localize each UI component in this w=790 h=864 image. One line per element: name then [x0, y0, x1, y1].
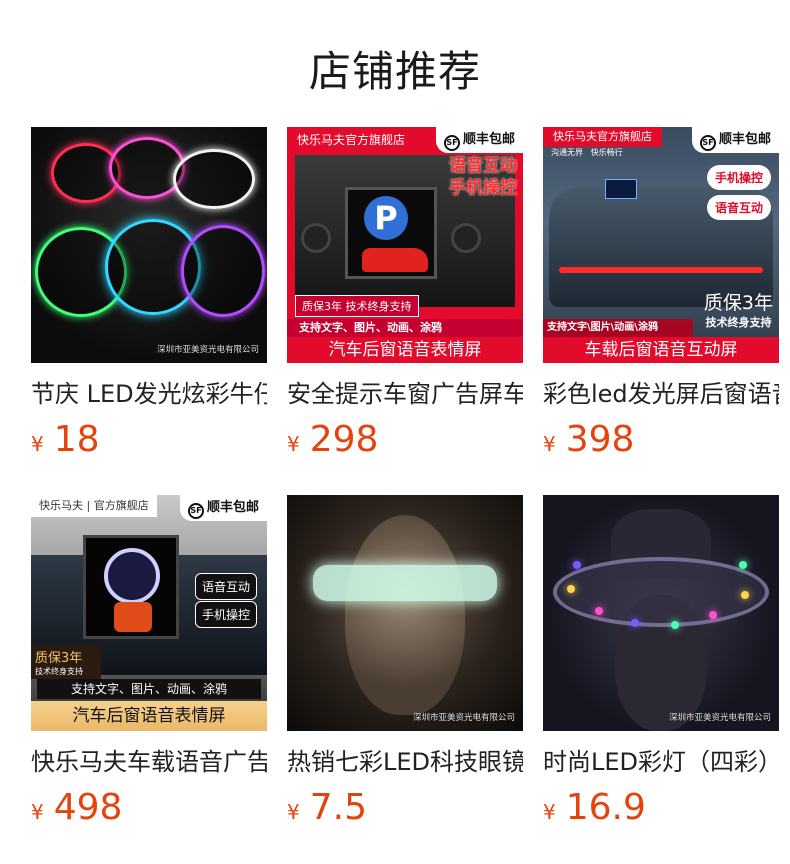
mannequin-head	[345, 515, 465, 715]
car-icon	[362, 248, 428, 272]
warranty-badge: 质保3年 技术终身支持	[704, 293, 773, 333]
headline-line-2: 手机操控	[449, 178, 517, 198]
parking-icon: P	[364, 196, 408, 240]
product-price: ¥ 298	[287, 419, 523, 463]
rear-screen	[605, 179, 637, 199]
sf-express-icon: SF	[187, 503, 204, 519]
led-panel: P	[345, 187, 437, 279]
shipping-label: 顺丰包邮	[718, 132, 771, 147]
currency-symbol: ¥	[31, 432, 44, 456]
product-price: ¥ 398	[543, 419, 779, 463]
warranty-badge: 质保3年 技术终身支持	[31, 645, 101, 679]
shipping-badge: SF 顺丰包邮	[435, 127, 523, 153]
promo-banner: 汽车后窗语音表情屏	[287, 337, 523, 363]
headline: 语音互动 手机操控	[449, 155, 517, 199]
product-image[interactable]: 深圳市亚美资光电有限公司	[287, 495, 523, 731]
led-panel	[83, 535, 179, 639]
section-title: 店铺推荐	[308, 47, 481, 96]
store-badge: 快乐马夫官方旗舰店	[287, 127, 416, 153]
features-strip: 支持文字、图片、动画、涂鸦	[37, 679, 261, 699]
product-image[interactable]: 深圳市亚美资光电有限公司	[543, 495, 779, 731]
warranty-small: 技术终身支持	[705, 316, 772, 329]
currency-symbol: ¥	[31, 800, 44, 824]
feature-pill: 语音互动	[194, 573, 257, 600]
product-price: ¥ 16.9	[543, 787, 779, 831]
product-name[interactable]: 快乐马夫车载语音广告屏	[31, 745, 267, 779]
warranty-big: 质保3年	[35, 651, 83, 666]
shipping-label: 顺丰包邮	[206, 500, 259, 515]
hat-brim	[553, 557, 769, 627]
currency-symbol: ¥	[287, 800, 300, 824]
suction-cup-icon	[301, 223, 331, 253]
product-card[interactable]: 深圳市亚美资光电有限公司 节庆 LED发光炫彩牛仔帽 ¥ 18	[31, 127, 267, 463]
product-name[interactable]: 安全提示车窗广告屏车载	[287, 377, 523, 411]
currency-symbol: ¥	[287, 432, 300, 456]
product-price: ¥ 18	[31, 419, 267, 463]
product-image[interactable]: 快乐马夫官方旗舰店 沟通无界 快乐畅行 SF 顺丰包邮 手机操控 语音互动 质保3…	[543, 127, 779, 363]
features-strip: 支持文字\图片\动画\涂鸦	[543, 319, 693, 337]
sf-express-icon: SF	[443, 135, 460, 151]
product-image[interactable]: P 快乐马夫官方旗舰店 SF 顺丰包邮 语音互动 手机操控 质保3年 技术终身支持…	[287, 127, 523, 363]
watermark: 深圳市亚美资光电有限公司	[412, 713, 515, 723]
product-name[interactable]: 节庆 LED发光炫彩牛仔帽	[31, 377, 267, 411]
tagline-2: 快乐畅行	[590, 148, 623, 157]
price-amount: 498	[53, 787, 123, 828]
product-name[interactable]: 彩色led发光屏后窗语音	[543, 377, 779, 411]
promo-banner: 汽车后窗语音表情屏	[31, 701, 267, 731]
product-image[interactable]: 快乐马夫 | 官方旗舰店 SF 顺丰包邮 语音互动 手机操控 质保3年 技术终身支…	[31, 495, 267, 731]
watermark: 深圳市亚美资光电有限公司	[156, 345, 259, 355]
warranty-small: 技术终身支持	[35, 667, 83, 676]
features-strip: 支持文字、图片、动画、涂鸦	[287, 319, 523, 337]
promo-banner: 车载后窗语音互动屏	[543, 337, 779, 363]
product-price: ¥ 498	[31, 787, 267, 831]
price-amount: 18	[53, 419, 100, 460]
shipping-badge: SF 顺丰包邮	[179, 495, 267, 521]
product-name[interactable]: 时尚LED彩灯（四彩）	[543, 745, 779, 779]
tagline: 沟通无界 快乐畅行	[551, 147, 623, 158]
currency-symbol: ¥	[543, 432, 556, 456]
product-price: ¥ 7.5	[287, 787, 523, 831]
shipping-label: 顺丰包邮	[462, 132, 515, 147]
warranty-tag: 质保3年 技术终身支持	[295, 295, 419, 317]
product-card[interactable]: 快乐马夫 | 官方旗舰店 SF 顺丰包邮 语音互动 手机操控 质保3年 技术终身支…	[31, 495, 267, 831]
price-amount: 298	[309, 419, 379, 460]
feature-pill: 语音互动	[706, 195, 771, 220]
product-card[interactable]: 深圳市亚美资光电有限公司 热销七彩LED科技眼镜 ¥ 7.5	[287, 495, 523, 831]
warranty-big: 质保3年	[703, 292, 773, 314]
feature-pill: 手机操控	[194, 601, 257, 628]
product-image[interactable]: 深圳市亚美资光电有限公司	[31, 127, 267, 363]
product-card[interactable]: P 快乐马夫官方旗舰店 SF 顺丰包邮 语音互动 手机操控 质保3年 技术终身支持…	[287, 127, 523, 463]
shipping-badge: SF 顺丰包邮	[691, 127, 779, 153]
store-badge: 快乐马夫 | 官方旗舰店	[31, 495, 157, 517]
store-badge: 快乐马夫官方旗舰店	[543, 127, 662, 147]
price-amount: 7.5	[309, 787, 367, 828]
headline-line-1: 语音互动	[449, 156, 517, 176]
watermark: 深圳市亚美资光电有限公司	[668, 713, 771, 723]
price-amount: 398	[565, 419, 635, 460]
feature-pill: 手机操控	[706, 165, 771, 190]
astronaut-icon	[104, 548, 160, 604]
tagline-1: 沟通无界	[551, 148, 583, 157]
product-card[interactable]: 深圳市亚美资光电有限公司 时尚LED彩灯（四彩） ¥ 16.9	[543, 495, 779, 831]
sf-express-icon: SF	[699, 135, 716, 151]
led-glasses	[313, 565, 497, 601]
currency-symbol: ¥	[543, 800, 556, 824]
price-amount: 16.9	[565, 787, 646, 828]
tail-light	[559, 267, 763, 273]
suction-cup-icon	[451, 223, 481, 253]
product-name[interactable]: 热销七彩LED科技眼镜	[287, 745, 523, 779]
product-card[interactable]: 快乐马夫官方旗舰店 沟通无界 快乐畅行 SF 顺丰包邮 手机操控 语音互动 质保3…	[543, 127, 779, 463]
